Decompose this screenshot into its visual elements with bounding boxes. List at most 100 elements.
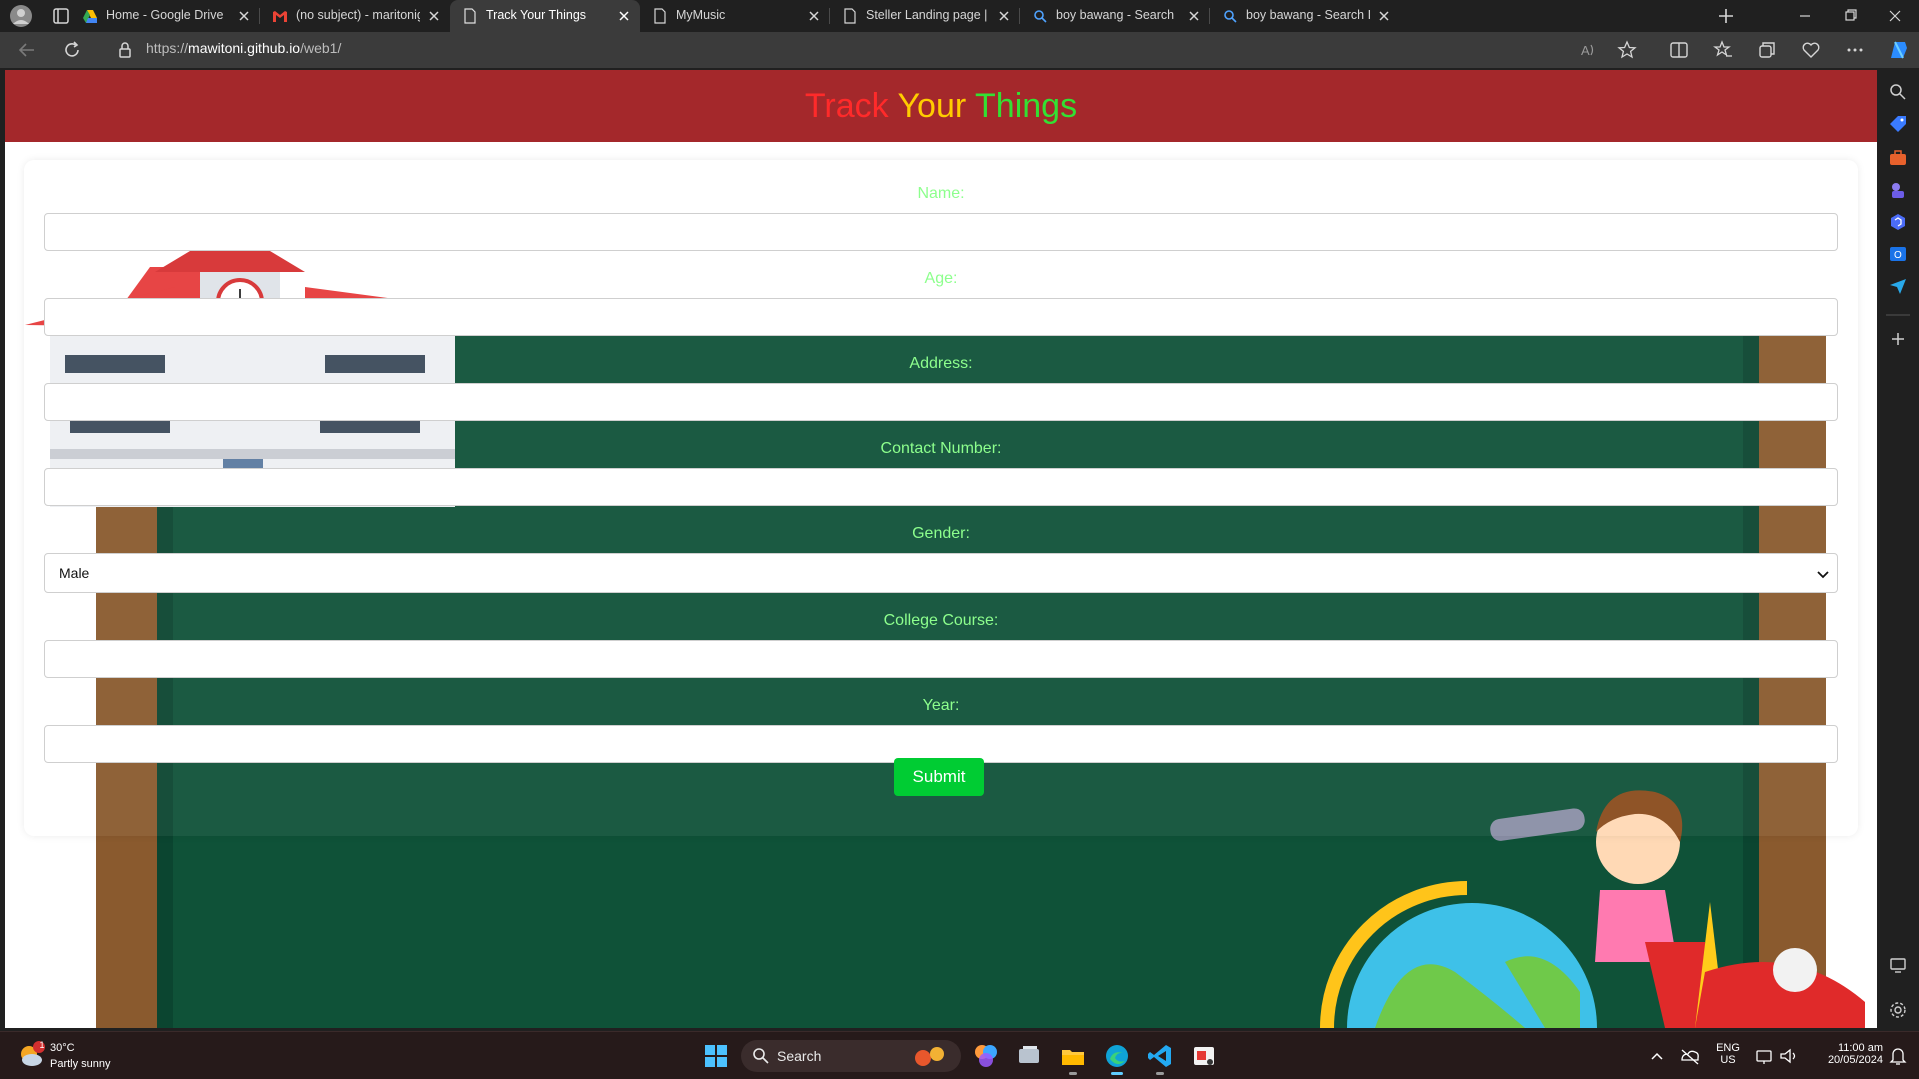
browser-toolbar: https://mawitoni.github.io/web1/ A <box>0 32 1919 68</box>
lock-icon[interactable] <box>113 38 137 62</box>
taskbar-search[interactable]: Search <box>741 1040 961 1072</box>
send-icon[interactable] <box>1886 274 1910 298</box>
tab-boy-bawang-search[interactable]: boy bawang - Search <box>1020 0 1210 32</box>
contact-number-input[interactable] <box>44 468 1838 506</box>
tab-label: (no subject) - maritonigallardo( <box>296 8 420 22</box>
gender-label: Gender: <box>912 525 970 542</box>
weather-temperature: 30°C <box>50 1042 75 1054</box>
notification-bell-icon[interactable] <box>1887 1042 1909 1070</box>
add-icon[interactable] <box>1886 327 1910 351</box>
read-aloud-icon[interactable]: A <box>1576 38 1600 62</box>
task-view-icon[interactable] <box>1015 1042 1043 1070</box>
vscode-icon[interactable] <box>1146 1042 1174 1075</box>
minimize-icon[interactable] <box>1783 0 1827 32</box>
shopping-tag-icon[interactable] <box>1886 112 1910 136</box>
weather-widget[interactable]: 1 30°C Partly sunny <box>16 1039 136 1073</box>
tab-steller-landing[interactable]: Steller Landing page | Free Boo <box>830 0 1020 32</box>
close-icon[interactable] <box>236 8 252 24</box>
tab-label: boy bawang - Search Images <box>1246 8 1370 22</box>
search-highlight-icon <box>915 1047 944 1066</box>
tab-mymusic[interactable]: MyMusic <box>640 0 830 32</box>
close-icon[interactable] <box>1376 8 1392 24</box>
restore-icon[interactable] <box>1829 0 1873 32</box>
registration-form: Name: Age: Address: Contact Number: Gend… <box>24 160 1858 836</box>
college-course-input[interactable] <box>44 640 1838 678</box>
collections-icon[interactable] <box>1755 38 1779 62</box>
back-arrow-icon[interactable] <box>15 38 39 62</box>
clock[interactable]: 11:00 am 20/05/2024 <box>1813 1042 1883 1066</box>
web-page: Track Your Things Name: Age: Address: Co… <box>5 70 1877 1028</box>
address-bar-url[interactable]: https://mawitoni.github.io/web1/ <box>146 40 341 60</box>
games-icon[interactable] <box>1886 178 1910 202</box>
close-window-icon[interactable] <box>1873 0 1917 32</box>
chevron-down-icon <box>1815 566 1831 582</box>
tab-boy-bawang-images[interactable]: boy bawang - Search Images <box>1210 0 1400 32</box>
age-input[interactable] <box>44 298 1838 336</box>
network-icon[interactable] <box>1754 1042 1776 1070</box>
college-course-label: College Course: <box>883 612 999 629</box>
tab-gmail[interactable]: (no subject) - maritonigallardo( <box>260 0 450 32</box>
language-indicator[interactable]: ENG US <box>1711 1042 1745 1066</box>
onedrive-off-icon[interactable] <box>1678 1042 1702 1070</box>
page-icon <box>652 8 668 24</box>
search-icon <box>753 1048 769 1064</box>
outlook-icon[interactable]: O <box>1886 242 1910 266</box>
bing-search-icon <box>1032 8 1048 24</box>
url-path: /web1/ <box>300 40 342 56</box>
favorites-icon[interactable] <box>1711 38 1735 62</box>
clock-time: 11:00 am <box>1837 1042 1883 1054</box>
browser-essentials-icon[interactable] <box>1799 38 1823 62</box>
running-indicator <box>1156 1072 1164 1075</box>
windows-start-icon[interactable] <box>702 1042 730 1070</box>
running-indicator <box>1069 1072 1077 1075</box>
gender-selected-value: Male <box>59 565 90 581</box>
edge-sidebar: O <box>1877 68 1919 1028</box>
profile-avatar[interactable] <box>9 4 33 28</box>
page-icon <box>842 8 858 24</box>
more-options-icon[interactable] <box>1843 38 1867 62</box>
tools-briefcase-icon[interactable] <box>1886 146 1910 170</box>
close-icon[interactable] <box>426 8 442 24</box>
snipping-tool-icon[interactable] <box>1190 1042 1218 1070</box>
copilot-app-icon[interactable] <box>972 1042 1000 1070</box>
contact-number-label: Contact Number: <box>880 440 1002 457</box>
volume-icon[interactable] <box>1778 1042 1800 1070</box>
name-input[interactable] <box>44 213 1838 251</box>
url-host: mawitoni.github.io <box>188 40 301 56</box>
title-word-your: Your <box>897 87 967 125</box>
close-icon[interactable] <box>1186 8 1202 24</box>
screenshot-icon[interactable] <box>1886 953 1910 977</box>
gender-select[interactable]: Male <box>44 553 1838 593</box>
tab-label: MyMusic <box>676 8 726 22</box>
active-indicator <box>1111 1072 1123 1075</box>
clock-date: 20/05/2024 <box>1827 1054 1883 1066</box>
file-explorer-icon[interactable] <box>1059 1042 1087 1075</box>
name-label: Name: <box>917 185 965 202</box>
address-label: Address: <box>909 355 973 372</box>
age-label: Age: <box>924 270 958 287</box>
submit-button[interactable]: Submit <box>894 758 984 796</box>
settings-gear-icon[interactable] <box>1886 998 1910 1022</box>
edge-browser-icon[interactable] <box>1103 1042 1131 1075</box>
copilot-icon[interactable] <box>1885 36 1913 64</box>
new-tab-icon[interactable] <box>1714 4 1738 28</box>
microsoft-365-icon[interactable] <box>1886 210 1910 234</box>
address-input[interactable] <box>44 383 1838 421</box>
close-icon[interactable] <box>996 8 1012 24</box>
search-icon[interactable] <box>1886 80 1910 104</box>
close-icon[interactable] <box>616 8 632 24</box>
weather-badge: 1 <box>39 1040 45 1050</box>
year-label: Year: <box>922 697 960 714</box>
favorite-star-icon[interactable] <box>1615 38 1639 62</box>
bing-search-icon <box>1222 8 1238 24</box>
close-icon[interactable] <box>806 8 822 24</box>
page-header: Track Your Things <box>5 70 1877 142</box>
tab-label: Track Your Things <box>486 8 587 22</box>
chevron-up-icon[interactable] <box>1647 1042 1667 1070</box>
google-drive-icon <box>82 8 98 24</box>
refresh-icon[interactable] <box>60 38 84 62</box>
tab-track-your-things[interactable]: Track Your Things <box>450 0 640 32</box>
taskbar-search-label: Search <box>777 1048 822 1064</box>
tab-google-drive[interactable]: Home - Google Drive <box>70 0 260 32</box>
split-screen-icon[interactable] <box>1667 38 1691 62</box>
